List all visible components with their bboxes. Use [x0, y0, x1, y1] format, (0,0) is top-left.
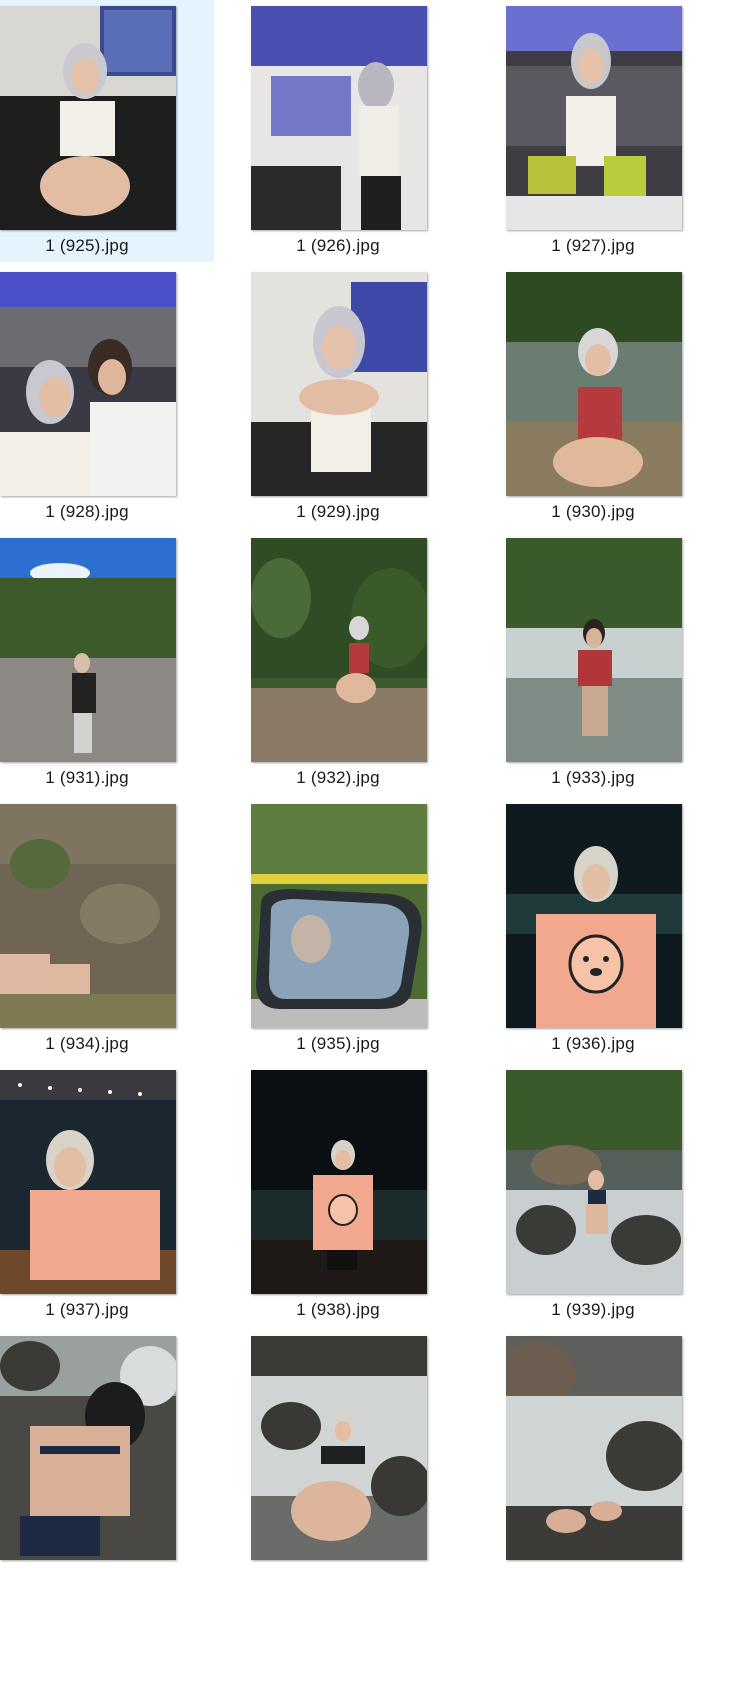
- thumbnail-image[interactable]: [0, 272, 176, 496]
- file-tile-925[interactable]: 1 (925).jpg: [0, 0, 214, 262]
- thumbnail-image[interactable]: [0, 1336, 176, 1560]
- file-tile-927[interactable]: 1 (927).jpg: [469, 0, 683, 262]
- thumbnail-image[interactable]: [251, 804, 427, 1028]
- file-name-label: 1 (937).jpg: [45, 1300, 129, 1319]
- thumbnail-image[interactable]: [506, 272, 682, 496]
- file-tile-partial-3[interactable]: [469, 1330, 683, 1592]
- file-name-label: 1 (932).jpg: [296, 768, 380, 787]
- thumbnail-image[interactable]: [0, 6, 176, 230]
- file-name-label: 1 (936).jpg: [551, 1034, 635, 1053]
- thumbnail-image[interactable]: [506, 6, 682, 230]
- file-name-label: 1 (930).jpg: [551, 502, 635, 521]
- file-name-label: 1 (935).jpg: [296, 1034, 380, 1053]
- thumbnail-image[interactable]: [0, 804, 176, 1028]
- file-tile-938[interactable]: 1 (938).jpg: [214, 1064, 428, 1326]
- file-tile-partial-1[interactable]: [0, 1330, 214, 1592]
- file-name-label: 1 (939).jpg: [551, 1300, 635, 1319]
- file-tile-936[interactable]: 1 (936).jpg: [469, 798, 683, 1060]
- file-tile-937[interactable]: 1 (937).jpg: [0, 1064, 214, 1326]
- file-tile-931[interactable]: 1 (931).jpg: [0, 532, 214, 794]
- file-tile-935[interactable]: 1 (935).jpg: [214, 798, 428, 1060]
- file-name-label: 1 (929).jpg: [296, 502, 380, 521]
- thumbnail-image[interactable]: [0, 538, 176, 762]
- thumbnail-image[interactable]: [506, 804, 682, 1028]
- file-name-label: 1 (938).jpg: [296, 1300, 380, 1319]
- thumbnail-image[interactable]: [506, 1336, 682, 1560]
- file-tile-932[interactable]: 1 (932).jpg: [214, 532, 428, 794]
- thumbnail-image[interactable]: [251, 6, 427, 230]
- file-tile-928[interactable]: 1 (928).jpg: [0, 266, 214, 528]
- file-thumbnail-grid: 1 (925).jpg 1 (926).jpg 1 (927).jpg 1 (9…: [0, 0, 752, 1707]
- file-name-label: 1 (927).jpg: [551, 236, 635, 255]
- file-tile-939[interactable]: 1 (939).jpg: [469, 1064, 683, 1326]
- file-tile-930[interactable]: 1 (930).jpg: [469, 266, 683, 528]
- file-name-label: 1 (928).jpg: [45, 502, 129, 521]
- file-tile-926[interactable]: 1 (926).jpg: [214, 0, 428, 262]
- thumbnail-image[interactable]: [506, 538, 682, 762]
- thumbnail-image[interactable]: [506, 1070, 682, 1294]
- file-name-label: 1 (934).jpg: [45, 1034, 129, 1053]
- file-tile-929[interactable]: 1 (929).jpg: [214, 266, 428, 528]
- thumbnail-image[interactable]: [251, 1070, 427, 1294]
- thumbnail-image[interactable]: [251, 538, 427, 762]
- thumbnail-image[interactable]: [251, 1336, 427, 1560]
- file-tile-partial-2[interactable]: [214, 1330, 428, 1592]
- thumbnail-image[interactable]: [251, 272, 427, 496]
- file-name-label: 1 (925).jpg: [45, 236, 129, 255]
- file-name-label: 1 (933).jpg: [551, 768, 635, 787]
- file-name-label: 1 (926).jpg: [296, 236, 380, 255]
- file-tile-933[interactable]: 1 (933).jpg: [469, 532, 683, 794]
- file-name-label: 1 (931).jpg: [45, 768, 129, 787]
- file-tile-934[interactable]: 1 (934).jpg: [0, 798, 214, 1060]
- thumbnail-image[interactable]: [0, 1070, 176, 1294]
